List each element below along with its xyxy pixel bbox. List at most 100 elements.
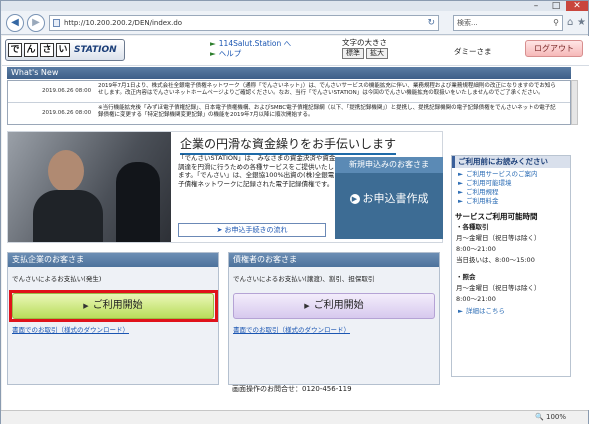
logo-char: ん	[24, 43, 38, 57]
highlight-frame	[9, 290, 218, 322]
site-header: でんさい STATION ► 114Salut.Station へ ► ヘルプ 文字の…	[2, 36, 589, 66]
detail-link-label: 詳細はこちら	[466, 307, 505, 315]
new-application-title: 新規申込みのお客さま	[335, 157, 443, 173]
home-icon[interactable]: ⌂	[567, 17, 573, 28]
hours-line: 8:00～21:00	[456, 295, 496, 303]
hours-line: 当日扱いは、8:00～15:00	[456, 256, 535, 264]
header-links: ► 114Salut.Station へ ► ヘルプ	[210, 39, 291, 59]
logo-char: い	[56, 43, 70, 57]
arrow-icon: ►	[458, 179, 463, 187]
hours-line: 月～金曜日（祝日等は除く）	[456, 234, 541, 242]
logo-station-text: STATION	[74, 45, 117, 55]
news-item: 2019.06.26 08:00 ※当行機能拡充後「みずほ電子債権記録」、日本電…	[8, 103, 570, 124]
play-icon: ▶	[304, 302, 310, 310]
font-size-control: 文字の大きさ 標準 拡大	[342, 37, 390, 59]
procedure-link-label: お申込手続きの流れ	[224, 226, 288, 234]
zoom-level[interactable]: 🔍 100%	[535, 413, 566, 421]
page-icon	[53, 19, 60, 27]
help-link-label: ヘルプ	[218, 49, 242, 58]
payer-panel-desc: でんさいによるお支払い(発生)	[12, 275, 102, 283]
link-label: ご利用可能環境	[466, 179, 512, 187]
creditor-start-label: ご利用開始	[313, 300, 364, 311]
station-link-label: 114Salut.Station へ	[218, 39, 292, 48]
banner-title: 企業の円滑な資金繰りをお手伝いします	[180, 135, 397, 155]
payer-panel: 支払企業のお客さま でんさいによるお支払い(発生) ▶ ご利用開始 書面でのお取引…	[7, 252, 219, 385]
browser-window: – □ ✕ ◀ ▶ http://10.200.200.2/DEN/index.…	[0, 0, 589, 424]
hours-line: 月～金曜日（祝日等は除く）	[456, 284, 541, 292]
news-date: 2019.06.26 08:00	[42, 110, 92, 116]
station-link[interactable]: ► 114Salut.Station へ	[210, 39, 291, 49]
creditor-start-button[interactable]: ▶ ご利用開始	[233, 293, 435, 319]
read-before-use-title: ご利用前にお読みください	[452, 156, 570, 168]
banner: 企業の円滑な資金繰りをお手伝いします 「でんさいSTATION」は、みなさまの資…	[7, 131, 443, 243]
forward-icon[interactable]: ▶	[27, 14, 45, 32]
logo-char: で	[8, 43, 22, 57]
font-size-large-button[interactable]: 拡大	[366, 48, 388, 59]
hours-inquiry: ・照会 月～金曜日（祝日等は除く） 8:00～21:00	[456, 272, 570, 305]
search-icon[interactable]: ⚲	[553, 16, 559, 30]
banner-text: 「でんさいSTATION」は、みなさまの資金決済や資金調達を円滑に行うための各種…	[178, 154, 336, 188]
back-icon[interactable]: ◀	[6, 14, 24, 32]
creditor-panel: 債権者のお客さま でんさいによるお支払い(譲渡)、割引、担保取引 ▶ ご利用開始 …	[228, 252, 440, 385]
help-link[interactable]: ► ヘルプ	[210, 49, 291, 59]
news-item: 2019.06.26 08:00 2019年7月1日より、株式会社全銀電子債権ネ…	[8, 81, 570, 103]
hours-section-name: ・照会	[456, 273, 476, 281]
service-guide-link[interactable]: ► ご利用サービスのご案内	[458, 170, 570, 179]
contact-info: 画面操作のお問合せ：0120-456-119	[232, 385, 352, 393]
payer-panel-title: 支払企業のお客さま	[8, 253, 218, 267]
search-input[interactable]: 検索... ⚲	[453, 15, 563, 31]
news-text: ※当行機能拡充後「みずほ電子債権記録」、日本電子債権機構、およびSMBC電子債権…	[98, 105, 556, 118]
hours-title: サービスご利用可能時間	[455, 212, 538, 221]
hours-section-name: ・各種取引	[456, 223, 489, 231]
link-label: ご利用料金	[466, 197, 499, 205]
url-text: http://10.200.200.2/DEN/index.do	[64, 19, 183, 27]
minimize-icon[interactable]: –	[528, 1, 544, 11]
person-back-shape	[116, 162, 160, 242]
person-head-shape	[48, 150, 84, 192]
zoom-icon: 🔍	[535, 413, 546, 421]
creditor-panel-title: 債権者のお客さま	[229, 253, 439, 267]
font-size-standard-button[interactable]: 標準	[342, 48, 364, 59]
navigation-bar: ◀ ▶ http://10.200.200.2/DEN/index.do ↻ 検…	[1, 11, 588, 35]
font-size-label: 文字の大きさ	[342, 38, 387, 47]
search-placeholder: 検索...	[457, 19, 478, 27]
creditor-form-download-link[interactable]: 書面でのお取引（様式のダウンロード）	[233, 324, 350, 334]
maximize-icon[interactable]: □	[548, 1, 564, 11]
link-label: ご利用サービスのご案内	[466, 170, 538, 178]
web-page: でんさい STATION ► 114Salut.Station へ ► ヘルプ 文字の…	[2, 36, 589, 410]
user-name: ダミーさま	[454, 47, 492, 56]
link-label: ご利用規程	[466, 188, 499, 196]
detail-link[interactable]: ► 詳細はこちら	[458, 307, 570, 316]
arrow-icon: ►	[210, 49, 216, 58]
address-bar[interactable]: http://10.200.200.2/DEN/index.do ↻	[49, 15, 439, 31]
fees-link[interactable]: ► ご利用料金	[458, 197, 570, 206]
hours-trading: ・各種取引 月～金曜日（祝日等は除く） 8:00～21:00 当日扱いは、8:0…	[456, 222, 570, 266]
logo-char: さ	[40, 43, 54, 57]
news-date: 2019.06.26 08:00	[42, 88, 92, 94]
arrow-circle-icon: ▶	[349, 194, 360, 204]
procedure-link[interactable]: ➤ お申込手続きの流れ	[178, 223, 326, 237]
refresh-icon[interactable]: ↻	[427, 16, 435, 30]
status-bar: 🔍 100%	[1, 410, 588, 424]
environment-link[interactable]: ► ご利用可能環境	[458, 179, 570, 188]
news-scrollbar[interactable]	[571, 80, 578, 125]
favorites-icon[interactable]: ★	[577, 17, 586, 28]
arrow-icon: ►	[458, 170, 463, 178]
arrow-icon: ►	[210, 39, 216, 48]
logout-button[interactable]: ログアウト	[525, 40, 583, 57]
site-logo[interactable]: でんさい STATION	[5, 39, 125, 61]
zoom-value: 100%	[545, 413, 566, 421]
create-application-label: お申込書作成	[362, 192, 429, 205]
new-application-box: 新規申込みのお客さま ▶ お申込書作成	[335, 157, 443, 239]
title-bar: – □ ✕	[1, 1, 588, 11]
hours-line: 8:00～21:00	[456, 245, 496, 253]
info-sidebar: ご利用前にお読みください ► ご利用サービスのご案内 ► ご利用可能環境 ► ご利用規…	[451, 155, 571, 377]
terms-link[interactable]: ► ご利用規程	[458, 188, 570, 197]
create-application-button[interactable]: ▶ お申込書作成	[338, 187, 440, 211]
arrow-icon: ►	[458, 197, 463, 205]
creditor-panel-desc: でんさいによるお支払い(譲渡)、割引、担保取引	[233, 275, 375, 283]
close-icon[interactable]: ✕	[566, 1, 588, 11]
info-links: ► ご利用サービスのご案内 ► ご利用可能環境 ► ご利用規程 ► ご利用料金	[458, 170, 570, 206]
payer-form-download-link[interactable]: 書面でのお取引（様式のダウンロード）	[12, 324, 129, 334]
person-body-shape	[33, 190, 103, 242]
